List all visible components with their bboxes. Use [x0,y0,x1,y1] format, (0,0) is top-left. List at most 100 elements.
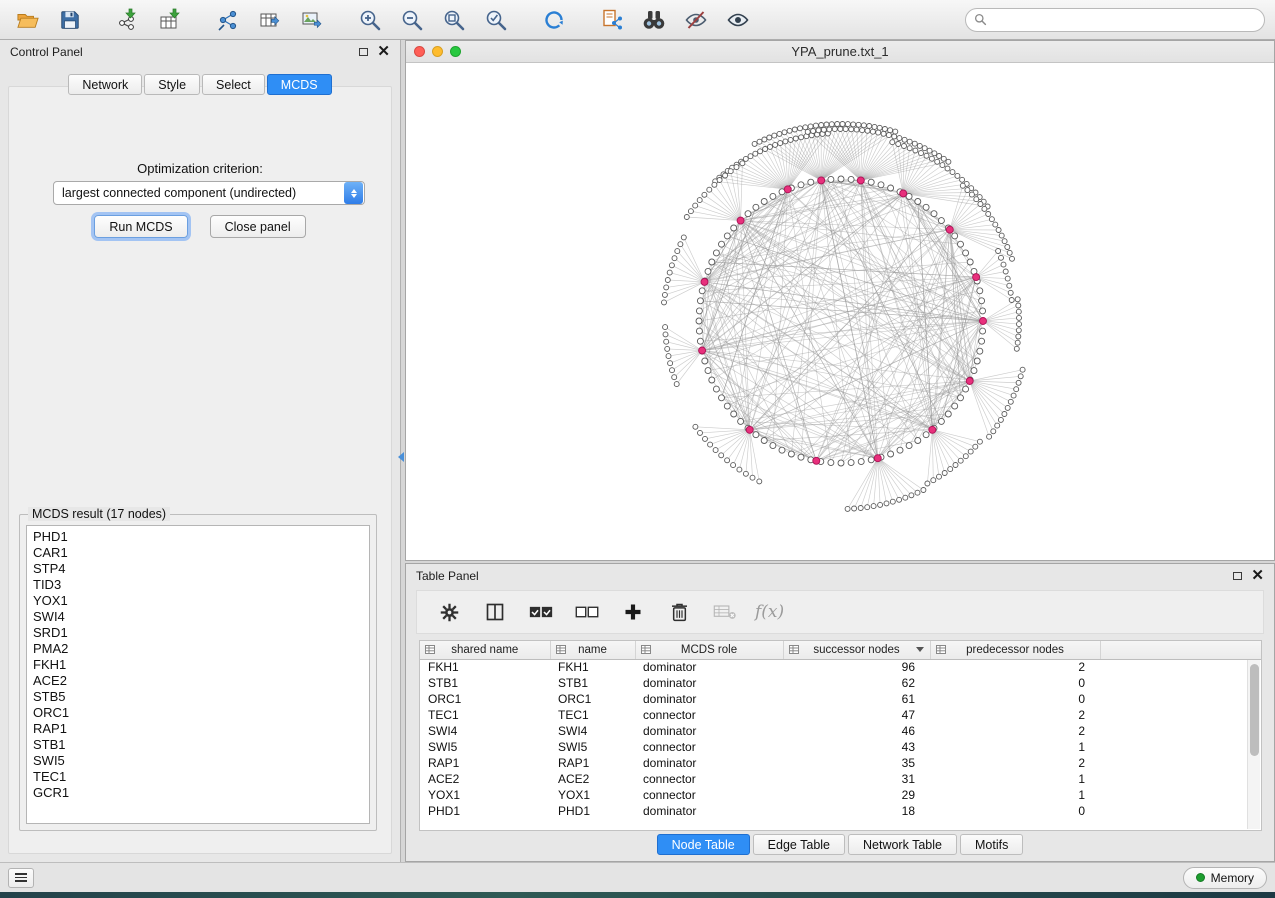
search-input[interactable] [992,13,1256,27]
show-columns-button[interactable] [479,598,511,626]
network-window-titlebar[interactable]: YPA_prune.txt_1 [406,41,1274,63]
cell-name[interactable]: SWI5 [550,739,635,755]
mcds-list-item[interactable]: SWI4 [33,609,369,625]
delete-column-button[interactable] [663,598,695,626]
table-row[interactable]: STB1STB1dominator620 [420,675,1262,691]
show-all-button[interactable] [720,5,756,35]
tab-node-table[interactable]: Node Table [657,834,750,855]
cell-MCDS-role[interactable]: connector [635,739,783,755]
cell-successor-nodes[interactable]: 18 [783,803,930,819]
mcds-list-item[interactable]: ACE2 [33,673,369,689]
save-button[interactable] [52,5,88,35]
cell-shared-name[interactable]: TEC1 [420,707,550,723]
mcds-list-item[interactable]: FKH1 [33,657,369,673]
table-settings-button[interactable] [433,598,465,626]
cell-predecessor-nodes[interactable]: 1 [930,787,1100,803]
refresh-button[interactable] [536,5,572,35]
mcds-list-item[interactable]: TEC1 [33,769,369,785]
cell-shared-name[interactable]: FKH1 [420,659,550,675]
table-scrollbar[interactable] [1247,660,1260,829]
cell-predecessor-nodes[interactable]: 0 [930,675,1100,691]
cell-predecessor-nodes[interactable]: 2 [930,659,1100,675]
cell-MCDS-role[interactable]: dominator [635,803,783,819]
cell-MCDS-role[interactable]: connector [635,707,783,723]
cell-shared-name[interactable]: ORC1 [420,691,550,707]
table-row[interactable]: SWI5SWI5connector431 [420,739,1262,755]
cell-shared-name[interactable]: PHD1 [420,803,550,819]
export-network-button[interactable] [210,5,246,35]
cell-successor-nodes[interactable]: 47 [783,707,930,723]
zoom-fit-button[interactable] [436,5,472,35]
cell-MCDS-role[interactable]: dominator [635,691,783,707]
table-row[interactable]: SWI4SWI4dominator462 [420,723,1262,739]
memory-button[interactable]: Memory [1183,867,1267,889]
cell-name[interactable]: YOX1 [550,787,635,803]
mcds-list-item[interactable]: PHD1 [33,529,369,545]
close-table-panel-icon[interactable]: ✕ [1251,571,1264,581]
scrollbar-thumb[interactable] [1250,664,1259,756]
cell-name[interactable]: ORC1 [550,691,635,707]
tab-motifs[interactable]: Motifs [960,834,1023,855]
import-table-button[interactable] [152,5,188,35]
tab-select[interactable]: Select [202,74,265,95]
cell-name[interactable]: STB1 [550,675,635,691]
optimization-dropdown[interactable]: largest connected component (undirected) [53,181,365,205]
cell-name[interactable]: TEC1 [550,707,635,723]
close-panel-button[interactable]: Close panel [210,215,306,238]
close-panel-icon[interactable]: ✕ [377,47,390,57]
add-column-button[interactable] [617,598,649,626]
tab-network[interactable]: Network [68,74,142,95]
cell-name[interactable]: PHD1 [550,803,635,819]
cell-shared-name[interactable]: STB1 [420,675,550,691]
zoom-in-button[interactable] [352,5,388,35]
float-panel-icon[interactable] [359,48,368,56]
cell-predecessor-nodes[interactable]: 1 [930,739,1100,755]
mcds-list-item[interactable]: PMA2 [33,641,369,657]
cell-MCDS-role[interactable]: connector [635,787,783,803]
mcds-list-item[interactable]: STB1 [33,737,369,753]
mcds-list-item[interactable]: SRD1 [33,625,369,641]
column-header-name[interactable]: name [550,641,635,659]
splitter-collapse-icon[interactable] [398,452,404,462]
cell-name[interactable]: ACE2 [550,771,635,787]
open-file-button[interactable] [10,5,46,35]
zoom-selected-button[interactable] [478,5,514,35]
cell-predecessor-nodes[interactable]: 2 [930,723,1100,739]
cell-successor-nodes[interactable]: 46 [783,723,930,739]
mcds-list-item[interactable]: STB5 [33,689,369,705]
table-row[interactable]: ORC1ORC1dominator610 [420,691,1262,707]
cell-shared-name[interactable]: ACE2 [420,771,550,787]
cell-predecessor-nodes[interactable]: 0 [930,803,1100,819]
network-canvas[interactable] [406,63,1274,560]
float-table-panel-icon[interactable] [1233,572,1242,580]
node-table[interactable]: shared namenameMCDS rolesuccessor nodesp… [420,641,1262,819]
cell-successor-nodes[interactable]: 31 [783,771,930,787]
mcds-result-list[interactable]: PHD1CAR1STP4TID3YOX1SWI4SRD1PMA2FKH1ACE2… [26,525,370,824]
panel-menu-button[interactable] [8,868,34,888]
table-row[interactable]: FKH1FKH1dominator962 [420,659,1262,675]
table-row[interactable]: YOX1YOX1connector291 [420,787,1262,803]
cell-MCDS-role[interactable]: dominator [635,659,783,675]
zoom-out-button[interactable] [394,5,430,35]
cell-shared-name[interactable]: RAP1 [420,755,550,771]
cell-predecessor-nodes[interactable]: 0 [930,691,1100,707]
cell-predecessor-nodes[interactable]: 2 [930,707,1100,723]
mcds-list-item[interactable]: RAP1 [33,721,369,737]
cell-successor-nodes[interactable]: 61 [783,691,930,707]
find-button[interactable] [636,5,672,35]
export-table-button[interactable] [252,5,288,35]
mcds-list-item[interactable]: SWI5 [33,753,369,769]
search-box[interactable] [965,8,1265,32]
select-all-button[interactable] [525,598,557,626]
import-network-button[interactable] [110,5,146,35]
cell-MCDS-role[interactable]: dominator [635,723,783,739]
mcds-list-item[interactable]: ORC1 [33,705,369,721]
table-row[interactable]: ACE2ACE2connector311 [420,771,1262,787]
mcds-list-item[interactable]: GCR1 [33,785,369,801]
cell-MCDS-role[interactable]: dominator [635,675,783,691]
network-graph[interactable] [406,63,1274,560]
deselect-all-button[interactable] [571,598,603,626]
table-row[interactable]: PHD1PHD1dominator180 [420,803,1262,819]
mcds-list-item[interactable]: STP4 [33,561,369,577]
cell-MCDS-role[interactable]: connector [635,771,783,787]
